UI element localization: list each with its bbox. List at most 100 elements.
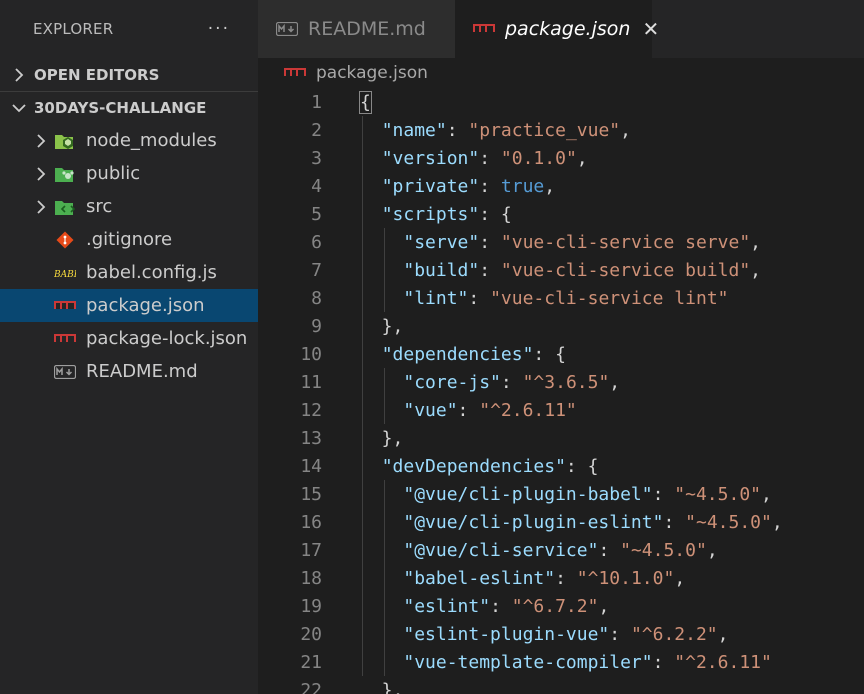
code-text: "babel-eslint": "^10.1.0", (360, 565, 685, 593)
code-token: : (663, 512, 686, 533)
code-line[interactable]: 6 "serve": "vue-cli-service serve", (258, 229, 864, 257)
code-token: , (761, 484, 772, 505)
code-token: , (706, 540, 718, 561)
code-token: , (674, 568, 686, 589)
tree-item-label: package.json (86, 295, 205, 316)
code-token: "lint" (403, 288, 469, 309)
line-number: 7 (311, 260, 322, 281)
explorer-title: EXPLORER (33, 20, 114, 38)
line-number: 12 (300, 400, 322, 421)
tree-item-label: README.md (86, 361, 198, 382)
tree-item-package-json[interactable]: package.json (0, 289, 258, 322)
code-token: : (479, 232, 501, 253)
tree-item-readme[interactable]: README.md (0, 355, 258, 388)
code-line[interactable]: 3 "version": "0.1.0", (258, 145, 864, 173)
npm-icon (54, 297, 76, 315)
code-text: "devDependencies": { (360, 453, 599, 481)
code-line[interactable]: 7 "build": "vue-cli-service build", (258, 257, 864, 285)
code-text: "@vue/cli-plugin-babel": "~4.5.0", (360, 481, 772, 509)
code-line[interactable]: 22 }, (258, 677, 864, 694)
code-line[interactable]: 8 "lint": "vue-cli-service lint" (258, 285, 864, 313)
line-number: 10 (300, 344, 322, 365)
code-line[interactable]: 4 "private": true, (258, 173, 864, 201)
tab-bar: README.md package.json ✕ (258, 0, 864, 58)
breadcrumb-file[interactable]: package.json (316, 63, 428, 83)
tree-item-package-lock-json[interactable]: package-lock.json (0, 322, 258, 355)
code-line[interactable]: 12 "vue": "^2.6.11" (258, 397, 864, 425)
code-line[interactable]: 16 "@vue/cli-plugin-eslint": "~4.5.0", (258, 509, 864, 537)
code-token: : (490, 596, 512, 617)
code-line[interactable]: 11 "core-js": "^3.6.5", (258, 369, 864, 397)
code-line[interactable]: 10 "dependencies": { (258, 341, 864, 369)
code-token: }, (360, 428, 404, 449)
code-line[interactable]: 17 "@vue/cli-service": "~4.5.0", (258, 537, 864, 565)
code-line[interactable]: 5 "scripts": { (258, 201, 864, 229)
code-line[interactable]: 18 "babel-eslint": "^10.1.0", (258, 565, 864, 593)
project-section[interactable]: 30DAYS-CHALLANGE (0, 91, 258, 124)
line-number: 11 (300, 372, 322, 393)
code-token: { (359, 91, 372, 114)
npm-icon (54, 330, 76, 348)
open-editors-label: OPEN EDITORS (34, 65, 160, 84)
code-text: }, (360, 677, 404, 694)
code-line[interactable]: 20 "eslint-plugin-vue": "^6.2.2", (258, 621, 864, 649)
code-line[interactable]: 9 }, (258, 313, 864, 341)
code-text: "@vue/cli-plugin-eslint": "~4.5.0", (360, 509, 782, 537)
project-label: 30DAYS-CHALLANGE (34, 99, 207, 117)
breadcrumb[interactable]: package.json (258, 58, 864, 88)
open-editors-section[interactable]: OPEN EDITORS (0, 58, 258, 91)
code-token: : (479, 176, 501, 197)
close-icon[interactable]: ✕ (642, 17, 659, 41)
code-token: "vue" (403, 400, 458, 421)
code-line[interactable]: 19 "eslint": "^6.7.2", (258, 593, 864, 621)
tree-item-src[interactable]: src (0, 190, 258, 223)
chevron-right-icon (32, 198, 50, 216)
tree-item-public[interactable]: public (0, 157, 258, 190)
code-token: "~4.5.0" (685, 512, 772, 533)
code-token: : (609, 624, 631, 645)
tree-item-gitignore[interactable]: .gitignore (0, 223, 258, 256)
more-actions-icon[interactable]: ··· (208, 19, 230, 39)
code-line[interactable]: 1{ (258, 89, 864, 117)
code-line[interactable]: 15 "@vue/cli-plugin-babel": "~4.5.0", (258, 481, 864, 509)
tree-item-node-modules[interactable]: node_modules (0, 124, 258, 157)
code-token: : (555, 568, 577, 589)
line-number: 6 (311, 232, 322, 253)
line-number: 1 (311, 92, 322, 113)
code-token: "^10.1.0" (576, 568, 675, 589)
code-text: "@vue/cli-service": "~4.5.0", (360, 537, 718, 565)
code-line[interactable]: 13 }, (258, 425, 864, 453)
tab-readme[interactable]: README.md (258, 0, 455, 58)
code-text: { (359, 89, 372, 117)
tab-package-json[interactable]: package.json ✕ (455, 0, 659, 58)
tree-item-babel-config[interactable]: BABEL babel.config.js (0, 256, 258, 289)
line-number: 3 (311, 148, 322, 169)
tree-item-label: .gitignore (86, 229, 173, 250)
code-text: "serve": "vue-cli-service serve", (360, 229, 761, 257)
explorer-header: EXPLORER ··· (0, 0, 258, 58)
tree-item-label: babel.config.js (86, 262, 217, 283)
code-line[interactable]: 14 "devDependencies": { (258, 453, 864, 481)
code-token: "^6.2.2" (630, 624, 718, 645)
code-token: , (620, 120, 631, 141)
code-line[interactable]: 2 "name": "practice_vue", (258, 117, 864, 145)
code-editor[interactable]: 1{2 "name": "practice_vue", 3 "version": … (258, 88, 864, 694)
code-token: "vue-cli-service lint" (490, 288, 729, 309)
line-number: 17 (300, 540, 322, 561)
code-token: "0.1.0" (500, 148, 577, 169)
code-token: , (750, 232, 761, 253)
code-token: "^2.6.11" (479, 400, 577, 421)
code-line[interactable]: 21 "vue-template-compiler": "^2.6.11" (258, 649, 864, 677)
chevron-down-icon (10, 99, 28, 117)
code-text: "eslint": "^6.7.2", (360, 593, 609, 621)
